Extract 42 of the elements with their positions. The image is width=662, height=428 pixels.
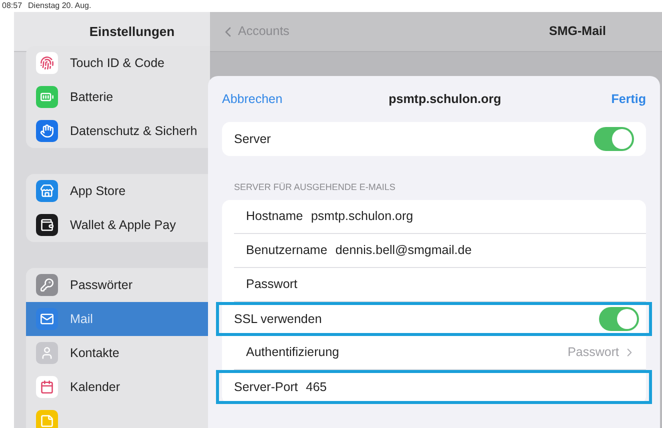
sidebar-item-label: Kontakte (70, 344, 120, 362)
settings-row[interactable]: SSL verwenden (216, 302, 652, 336)
row-label: Server-Port (234, 378, 298, 396)
sidebar-item[interactable]: App Store (26, 174, 210, 208)
sidebar-item-label: Wallet & Apple Pay (70, 216, 176, 234)
sidebar-item[interactable]: Kontakte (26, 336, 210, 370)
sidebar-item-label: Touch ID & Code (70, 54, 164, 72)
sidebar-item[interactable]: Datenschutz & Sicherh (26, 114, 210, 148)
settings-row[interactable]: Benutzername dennis.bell@smgmail.de (234, 234, 646, 268)
sidebar-item-label: App Store (70, 182, 126, 200)
row-label: Passwort (246, 276, 298, 294)
sidebar-item-label: Batterie (70, 88, 114, 106)
sidebar-item-label: Mail (70, 310, 93, 328)
field-value[interactable]: psmtp.schulon.org (310, 207, 414, 226)
row-label: Benutzername (246, 242, 328, 260)
row-label: SSL verwenden (234, 310, 322, 328)
sidebar-item[interactable]: Wallet & Apple Pay (26, 208, 210, 242)
sidebar-item-label: Passwörter (70, 276, 133, 294)
sidebar-item[interactable]: Touch ID & Code (26, 46, 210, 80)
section-header: SERVER FÜR AUSGEHENDE E-MAILS (234, 180, 396, 194)
settings-row[interactable]: Authentifizierung Passwort (234, 336, 646, 370)
sidebar-title: Einstellungen (88, 22, 175, 41)
status-time: 08:57 (2, 0, 22, 12)
row-label: Server (234, 130, 271, 148)
sidebar-item[interactable]: Batterie (26, 80, 210, 114)
sidebar-item-label: Kalender (70, 378, 120, 396)
row-label: Hostname (246, 208, 303, 226)
field-value[interactable]: 465 (306, 378, 327, 396)
settings-row[interactable]: Server-Port 465 (216, 370, 652, 404)
status-date: Dienstag 20. Aug. (28, 0, 92, 12)
sidebar-item[interactable]: Kalender (26, 370, 210, 404)
row-label: Authentifizierung (246, 344, 340, 362)
toggle-switch[interactable] (594, 127, 634, 151)
sidebar-item-label: Datenschutz & Sicherh (70, 122, 198, 140)
sidebar-item[interactable]: Passwörter (26, 268, 210, 302)
field-value[interactable]: dennis.bell@smgmail.de (335, 241, 472, 260)
sheet-title: psmtp.schulon.org (388, 90, 502, 108)
settings-row[interactable]: Hostname psmtp.schulon.org (234, 200, 646, 234)
row-value: Passwort (568, 344, 619, 362)
detail-title: SMG-Mail (549, 23, 606, 40)
settings-row[interactable]: Passwort (234, 268, 646, 302)
toggle-switch[interactable] (599, 307, 639, 331)
